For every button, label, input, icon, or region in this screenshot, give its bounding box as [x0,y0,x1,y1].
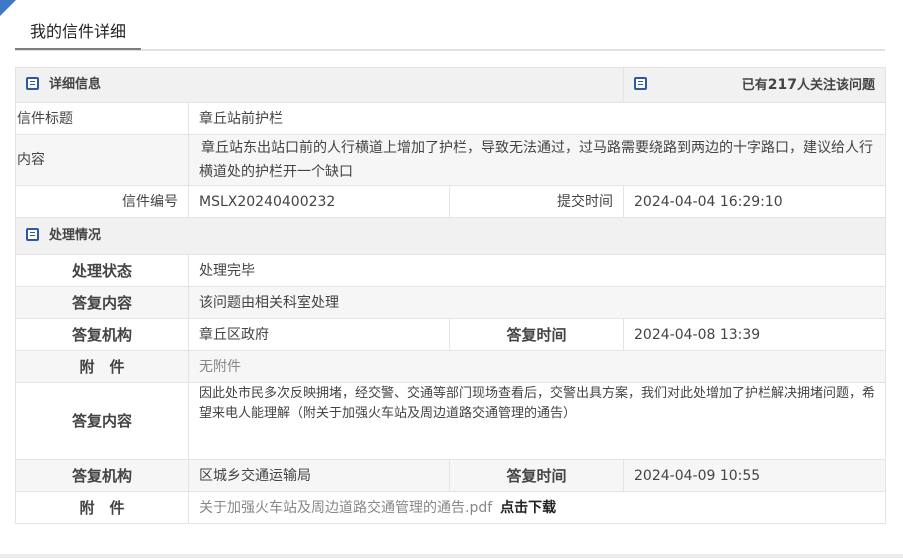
document-icon [26,228,39,241]
reply2-content-row: 答复内容 因此处市民多次反映拥堵，经交警、交通等部门现场查看后，交警出具方案，我… [15,382,887,460]
reply1-attachment-label: 附 件 [15,350,189,383]
title-row: 信件标题 章丘站前护栏 [15,102,887,135]
reply1-org-value: 章丘区政府 [188,318,450,351]
download-button[interactable]: 点击下载 [500,500,556,516]
reply2-content-label: 答复内容 [15,382,189,460]
reply1-time-value: 2024-04-08 13:39 [623,318,887,351]
status-row: 处理状态 处理完毕 [15,254,887,287]
reply1-attachment-value: 无附件 [187,350,887,383]
reply1-content-row: 答复内容 该问题由相关科室处理 [15,286,887,319]
reply2-org-row: 答复机构 区城乡交通运输局 答复时间 2024-04-09 10:55 [15,459,887,492]
processing-section-title: 处理情况 [49,228,102,243]
follow-count: 217 [767,76,797,93]
document-icon [634,76,648,90]
reply1-org-label: 答复机构 [15,318,189,351]
follow-suffix: 人关注该问题 [797,77,876,93]
reply1-attachment-row: 附 件 无附件 [15,350,887,383]
reply2-time-value: 2024-04-09 10:55 [623,459,887,492]
number-label: 信件编号 [15,185,189,218]
reply2-attachment-label: 附 件 [15,491,189,524]
reply1-content-value: 该问题由相关科室处理 [187,286,887,319]
reply1-time-label: 答复时间 [448,318,625,351]
detail-section-title: 详细信息 [49,77,102,92]
page-bottom-band [0,554,903,558]
letter-detail-table: 详细信息 已有217人关注该问题 信件标题 章丘站前护栏 内容 章丘站东出站口前… [14,67,887,524]
submit-time-label: 提交时间 [448,185,625,218]
status-label: 处理状态 [15,254,189,287]
reply2-content-value: 因此处市民多次反映拥堵，经交警、交通等部门现场查看后，交警出具方案，我们对此处增… [187,382,887,460]
tab-letter-detail[interactable]: 我的信件详细 [15,18,142,50]
content-label: 内容 [15,134,189,186]
corner-decoration [0,0,16,16]
title-value: 章丘站前护栏 [187,102,887,135]
reply1-org-row: 答复机构 章丘区政府 答复时间 2024-04-08 13:39 [15,318,887,351]
follow-count-text: 已有217人关注该问题 [742,75,875,96]
title-label: 信件标题 [15,102,189,135]
detail-section-header: 详细信息 已有217人关注该问题 [14,67,887,103]
status-value: 处理完毕 [187,254,887,287]
submit-time-value: 2024-04-04 16:29:10 [623,185,887,218]
tab-bar: 我的信件详细 [15,18,885,51]
content-text: 章丘站东出站口前的人行横道上增加了护栏，导致无法通过，过马路需要绕路到两边的十字… [199,140,873,180]
content-value: 章丘站东出站口前的人行横道上增加了护栏，导致无法通过，过马路需要绕路到两边的十字… [187,134,887,186]
reply1-content-label: 答复内容 [15,286,189,319]
reply2-org-label: 答复机构 [15,459,189,492]
number-value: MSLX20240400232 [188,185,450,218]
follow-count-cell: 已有217人关注该问题 [623,67,887,103]
number-row: 信件编号 MSLX20240400232 提交时间 2024-04-04 16:… [15,185,887,218]
document-icon [26,77,39,90]
follow-prefix: 已有 [741,77,768,93]
reply2-attachment-cell: 关于加强火车站及周边道路交通管理的通告.pdf 点击下载 [187,491,887,524]
attachment-file-link[interactable]: 关于加强火车站及周边道路交通管理的通告.pdf [199,500,492,516]
content-row: 内容 章丘站东出站口前的人行横道上增加了护栏，导致无法通过，过马路需要绕路到两边… [15,134,887,186]
reply2-time-label: 答复时间 [448,459,625,492]
reply2-org-value: 区城乡交通运输局 [188,459,450,492]
processing-section-header: 处理情况 [14,217,887,255]
reply2-attachment-row: 附 件 关于加强火车站及周边道路交通管理的通告.pdf 点击下载 [15,491,887,524]
